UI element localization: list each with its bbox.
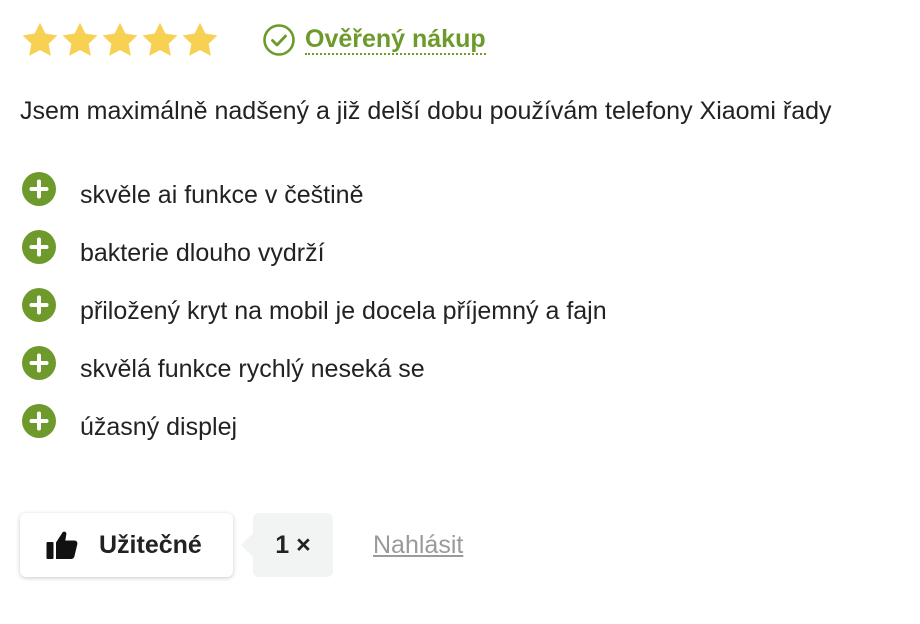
pro-item: přiložený kryt na mobil je docela příjem… [22, 282, 607, 340]
review-actions: Užitečné 1 × Nahlásit [20, 513, 463, 577]
review-text: Jsem maximálně nadšený a již delší dobu … [20, 97, 832, 125]
plus-circle-icon [22, 346, 56, 380]
pro-item: skvěle ai funkce v češtině [22, 166, 607, 224]
pro-item: skvělá funkce rychlý neseká se [22, 340, 607, 398]
pro-text: skvělá funkce rychlý neseká se [80, 355, 425, 383]
report-link[interactable]: Nahlásit [373, 531, 463, 560]
pros-list: skvěle ai funkce v češtině bakterie dlou… [22, 166, 607, 456]
verified-purchase-label: Ověřený nákup [305, 25, 486, 55]
pro-item: úžasný displej [22, 398, 607, 456]
star-icon [62, 22, 98, 56]
rating-stars [20, 20, 220, 60]
pro-text: přiložený kryt na mobil je docela příjem… [80, 297, 607, 325]
star-icon [22, 22, 58, 56]
pro-text: skvěle ai funkce v češtině [80, 181, 364, 209]
thumbs-up-icon [46, 531, 78, 559]
star-icon [102, 22, 138, 56]
review-header: Ověřený nákup [20, 18, 486, 62]
plus-circle-icon [22, 172, 56, 206]
pro-item: bakterie dlouho vydrží [22, 224, 607, 282]
pro-text: bakterie dlouho vydrží [80, 239, 325, 267]
star-icon [142, 22, 178, 56]
pro-text: úžasný displej [80, 413, 238, 441]
useful-button[interactable]: Užitečné [20, 513, 233, 577]
star-icon [182, 22, 218, 56]
useful-count: 1 × [275, 530, 311, 559]
useful-count-badge: 1 × [241, 513, 333, 577]
verified-purchase-link[interactable]: Ověřený nákup [262, 23, 486, 57]
plus-circle-icon [22, 404, 56, 438]
plus-circle-icon [22, 230, 56, 264]
useful-label: Užitečné [99, 530, 202, 559]
plus-circle-icon [22, 288, 56, 322]
check-circle-icon [263, 24, 295, 56]
